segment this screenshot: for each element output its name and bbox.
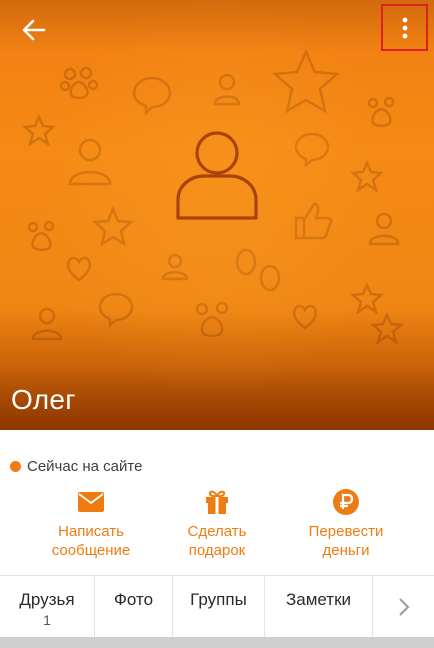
tab-friends-label: Друзья bbox=[19, 590, 75, 609]
transfer-money-label-1: Перевести bbox=[308, 523, 384, 540]
make-gift-label-1: Сделать bbox=[187, 523, 247, 540]
transfer-money-button[interactable]: Перевести деньги bbox=[276, 486, 416, 560]
ruble-icon bbox=[333, 489, 359, 515]
user-silhouette-icon bbox=[176, 131, 258, 220]
back-button[interactable] bbox=[14, 12, 54, 48]
avatar-placeholder[interactable] bbox=[172, 130, 262, 222]
make-gift-button[interactable]: Сделать подарок bbox=[147, 486, 287, 560]
profile-tabs: Друзья 1 Фото Группы Заметки bbox=[0, 575, 434, 638]
tab-notes[interactable]: Заметки bbox=[265, 576, 373, 638]
make-gift-label-2: подарок bbox=[188, 542, 246, 559]
gift-icon bbox=[206, 490, 228, 514]
more-vertical-icon[interactable] bbox=[401, 17, 409, 39]
envelope-icon bbox=[78, 492, 104, 512]
tab-friends[interactable]: Друзья 1 bbox=[0, 576, 95, 638]
transfer-money-label-2: деньги bbox=[322, 542, 370, 559]
online-dot-icon bbox=[10, 461, 21, 472]
write-message-label-2: сообщение bbox=[51, 542, 131, 559]
tab-photos[interactable]: Фото bbox=[95, 576, 173, 638]
arrow-left-icon[interactable] bbox=[22, 19, 46, 41]
write-message-button[interactable]: Написать сообщение bbox=[21, 486, 161, 560]
bottom-divider bbox=[0, 637, 434, 648]
tab-photos-label: Фото bbox=[113, 590, 154, 609]
profile-header: Олег bbox=[0, 0, 434, 430]
write-message-label-1: Написать bbox=[58, 523, 124, 540]
tab-friends-count: 1 bbox=[43, 612, 51, 628]
tab-groups-label: Группы bbox=[190, 590, 247, 609]
tabs-scroll-button[interactable] bbox=[373, 576, 434, 638]
chevron-right-icon[interactable] bbox=[398, 597, 410, 617]
profile-name: Олег bbox=[11, 384, 76, 415]
online-status-text: Сейчас на сайте bbox=[27, 458, 143, 475]
tab-notes-label: Заметки bbox=[285, 590, 352, 609]
action-row: Написать сообщение Сделать подарок Перев… bbox=[0, 486, 434, 564]
more-options-button[interactable] bbox=[381, 4, 428, 51]
online-status: Сейчас на сайте bbox=[10, 458, 142, 475]
tab-groups[interactable]: Группы bbox=[173, 576, 265, 638]
